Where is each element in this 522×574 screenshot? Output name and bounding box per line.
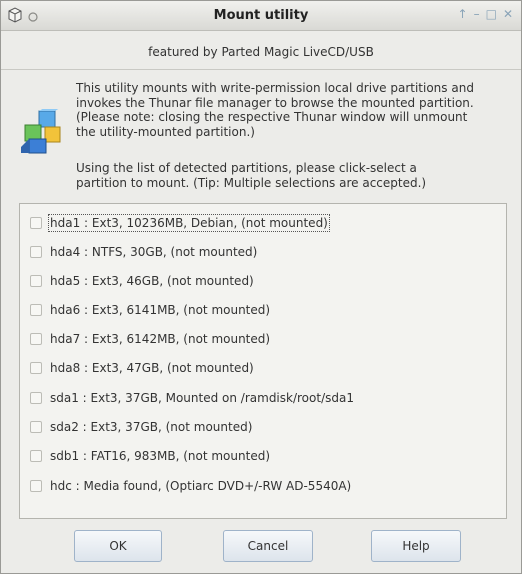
instruction-line: partition to mount. (Tip: Multiple selec… bbox=[76, 175, 427, 190]
intro-line: invokes the Thunar file manager to brows… bbox=[76, 95, 474, 110]
divider bbox=[1, 69, 521, 70]
checkbox[interactable] bbox=[30, 275, 42, 287]
partition-item-sda1[interactable]: sda1 : Ext3, 37GB, Mounted on /ramdisk/r… bbox=[30, 388, 354, 408]
partition-label[interactable]: hda7 : Ext3, 6142MB, (not mounted) bbox=[50, 332, 270, 346]
checkbox[interactable] bbox=[30, 304, 42, 316]
partition-item-hda5[interactable]: hda5 : Ext3, 46GB, (not mounted) bbox=[30, 271, 254, 291]
checkbox[interactable] bbox=[30, 480, 42, 492]
checkbox[interactable] bbox=[30, 217, 42, 229]
partition-item-hda1[interactable]: hda1 : Ext3, 10236MB, Debian, (not mount… bbox=[30, 213, 330, 233]
partition-label[interactable]: sda2 : Ext3, 37GB, (not mounted) bbox=[50, 420, 252, 434]
partition-list[interactable]: hda1 : Ext3, 10236MB, Debian, (not mount… bbox=[19, 203, 507, 519]
partition-label[interactable]: hdc : Media found, (Optiarc DVD+/-RW AD-… bbox=[50, 479, 351, 493]
partition-label[interactable]: sda1 : Ext3, 37GB, Mounted on /ramdisk/r… bbox=[50, 391, 354, 405]
minimize-icon[interactable]: – bbox=[474, 7, 480, 21]
partition-item-hda4[interactable]: hda4 : NTFS, 30GB, (not mounted) bbox=[30, 242, 257, 262]
close-icon[interactable]: ✕ bbox=[503, 7, 513, 21]
intro-line: (Please note: closing the respective Thu… bbox=[76, 110, 468, 124]
instruction-line: Using the list of detected partitions, p… bbox=[76, 161, 417, 175]
colored-cubes-icon bbox=[19, 108, 65, 155]
checkbox[interactable] bbox=[30, 246, 42, 258]
partition-item-hda6[interactable]: hda6 : Ext3, 6141MB, (not mounted) bbox=[30, 300, 270, 320]
checkbox[interactable] bbox=[30, 333, 42, 345]
partition-item-hda8[interactable]: hda8 : Ext3, 47GB, (not mounted) bbox=[30, 358, 254, 378]
intro-line: the utility-mounted partition.) bbox=[76, 124, 255, 139]
shade-up-icon[interactable]: ↑ bbox=[458, 7, 468, 21]
maximize-icon[interactable]: □ bbox=[486, 7, 497, 21]
cancel-button[interactable]: Cancel bbox=[223, 530, 313, 562]
checkbox[interactable] bbox=[30, 362, 42, 374]
partition-label[interactable]: hda6 : Ext3, 6141MB, (not mounted) bbox=[50, 303, 270, 317]
checkbox[interactable] bbox=[30, 392, 42, 404]
intro-text: This utility mounts with write-permissio… bbox=[76, 81, 516, 139]
partition-label[interactable]: hda5 : Ext3, 46GB, (not mounted) bbox=[50, 274, 254, 288]
partition-label[interactable]: hda4 : NTFS, 30GB, (not mounted) bbox=[50, 245, 257, 259]
partition-item-hdc[interactable]: hdc : Media found, (Optiarc DVD+/-RW AD-… bbox=[30, 476, 351, 496]
window-controls: ↑ – □ ✕ bbox=[458, 7, 513, 21]
instruction-text: Using the list of detected partitions, p… bbox=[76, 161, 516, 190]
subtitle: featured by Parted Magic LiveCD/USB bbox=[148, 45, 374, 59]
partition-item-hda7[interactable]: hda7 : Ext3, 6142MB, (not mounted) bbox=[30, 329, 270, 349]
window-title: Mount utility bbox=[213, 8, 309, 23]
ok-button[interactable]: OK bbox=[74, 530, 162, 562]
partition-label[interactable]: sdb1 : FAT16, 983MB, (not mounted) bbox=[50, 449, 270, 463]
checkbox[interactable] bbox=[30, 421, 42, 433]
partition-item-sdb1[interactable]: sdb1 : FAT16, 983MB, (not mounted) bbox=[30, 446, 270, 466]
partition-item-sda2[interactable]: sda2 : Ext3, 37GB, (not mounted) bbox=[30, 417, 252, 437]
help-button[interactable]: Help bbox=[371, 530, 461, 562]
title-bar[interactable]: Mount utility ↑ – □ ✕ bbox=[1, 1, 521, 31]
partition-label[interactable]: hda1 : Ext3, 10236MB, Debian, (not mount… bbox=[48, 214, 330, 232]
intro-line: This utility mounts with write-permissio… bbox=[76, 81, 474, 95]
checkbox[interactable] bbox=[30, 450, 42, 462]
partition-label[interactable]: hda8 : Ext3, 47GB, (not mounted) bbox=[50, 361, 254, 375]
mount-utility-window: Mount utility ↑ – □ ✕ featured by Parted… bbox=[0, 0, 522, 574]
